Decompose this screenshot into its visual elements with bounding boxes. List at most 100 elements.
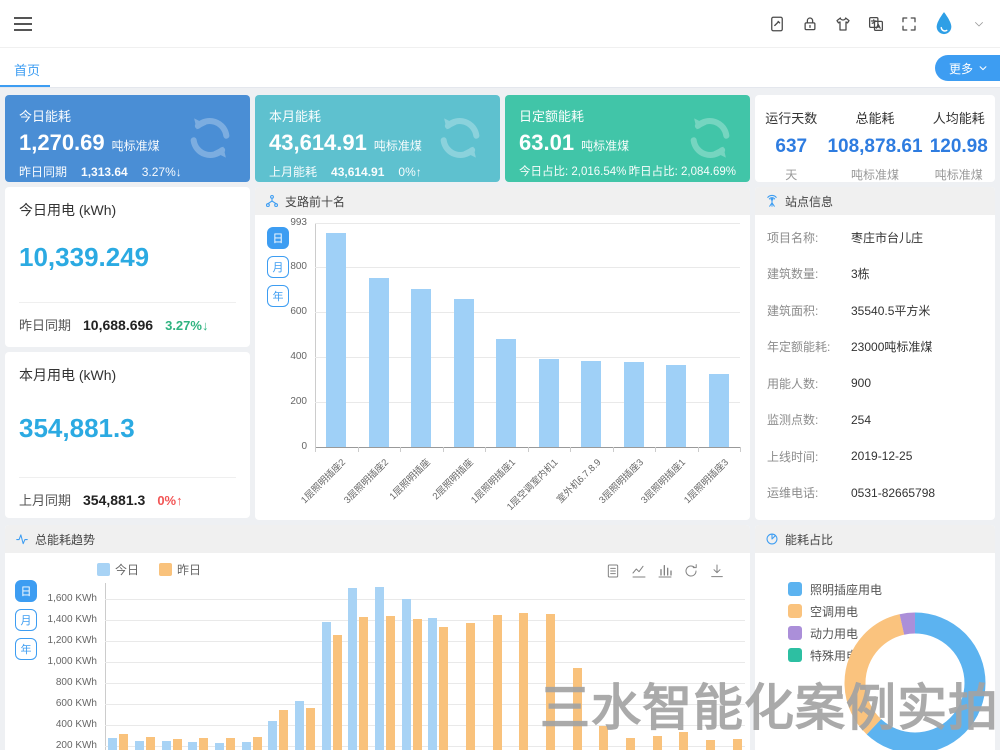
- trend-bar-yesterday: [733, 739, 742, 750]
- y-axis-tick-label: 1,200 KWh: [17, 635, 97, 646]
- recycle-icon: [682, 110, 738, 166]
- legend-label: 今日: [115, 561, 139, 578]
- x-axis-tick: [698, 447, 699, 452]
- site-info-row: 用能人数:900: [755, 365, 995, 402]
- trend-bar-yesterday: [146, 737, 155, 750]
- trend-bar-today: [295, 701, 304, 750]
- trend-bar-yesterday: [653, 736, 662, 750]
- kpi-unit: 吨标准煤: [581, 139, 629, 153]
- trend-bar-today: [188, 742, 197, 750]
- footer-delta: 3.27%↓: [165, 318, 208, 333]
- period-toggle-日[interactable]: 日: [267, 227, 289, 249]
- panel-header: 支路前十名: [255, 187, 750, 215]
- divider: [19, 302, 236, 303]
- theme-skin-icon[interactable]: [834, 15, 852, 33]
- y-axis-tick-label: 400 KWh: [17, 719, 97, 730]
- kpi-card-month-energy: 本月能耗 43,614.91吨标准煤 上月能耗43,614.910%↑: [255, 95, 500, 182]
- legend-swatch: [788, 604, 802, 618]
- trend-bar-today: [268, 721, 277, 750]
- site-info-row: 建筑面积:35540.5平方米: [755, 292, 995, 329]
- trend-bar-yesterday: [119, 734, 128, 750]
- x-axis-tick: [570, 447, 571, 452]
- tab-home[interactable]: 首页: [14, 60, 40, 79]
- energy-dashboard: 首页 更多 今日能耗 1,270.69吨标准煤 昨日同期1,313.643.27…: [0, 0, 1000, 750]
- site-row-value: 2019-12-25: [851, 449, 912, 463]
- legend-swatch: [788, 582, 802, 596]
- site-row-label: 年定额能耗:: [767, 338, 841, 355]
- trend-bar-today: [402, 599, 411, 750]
- trend-bar-today: [242, 742, 251, 750]
- trend-bar-today: [135, 741, 144, 750]
- today-electricity-card: 今日用电 (kWh) 10,339.249 昨日同期10,688.6963.27…: [5, 187, 250, 347]
- pie-legend-item-照明插座用电[interactable]: 照明插座用电: [788, 578, 882, 600]
- legend-label: 昨日: [177, 561, 201, 578]
- data-view-icon[interactable]: [605, 563, 621, 579]
- site-row-value: 3栋: [851, 265, 870, 282]
- refresh-icon[interactable]: [683, 563, 699, 579]
- footer-label: 昨日同期: [19, 318, 71, 333]
- user-menu-chevron-icon[interactable]: [970, 15, 988, 33]
- more-button-label: 更多: [949, 60, 973, 77]
- panel-title: 总能耗趋势: [35, 531, 95, 548]
- pie-chart-icon: [765, 532, 779, 546]
- kpi-value: 1,270.69: [19, 130, 105, 155]
- menu-toggle-icon[interactable]: [14, 17, 32, 31]
- trend-bar-yesterday: [386, 616, 395, 750]
- line-chart-toggle-icon[interactable]: [631, 563, 647, 579]
- kpi-footer-label: 上月能耗: [269, 165, 317, 179]
- y-axis-tick-label: 800 KWh: [17, 677, 97, 688]
- bar-chart-toggle-icon[interactable]: [657, 563, 673, 579]
- site-row-value: 枣庄市台儿庄: [851, 229, 923, 246]
- trend-bar-yesterday: [573, 668, 582, 750]
- divider: [19, 477, 236, 478]
- card-value: 354,881.3: [19, 413, 236, 444]
- trend-bar-yesterday: [306, 708, 315, 750]
- legend-item-昨日[interactable]: 昨日: [159, 561, 201, 578]
- lock-icon[interactable]: [801, 15, 819, 33]
- trend-bar-today: [375, 587, 384, 750]
- period-toggle-年[interactable]: 年: [267, 285, 289, 307]
- branch-bar: [709, 374, 729, 447]
- trend-bar-today: [428, 618, 437, 750]
- site-info-row: 监测点数: 254: [755, 402, 995, 439]
- trend-bar-yesterday: [413, 619, 422, 750]
- trend-bar-yesterday: [333, 635, 342, 750]
- trend-bar-yesterday: [626, 738, 635, 750]
- legend-swatch: [97, 563, 110, 576]
- download-icon[interactable]: [709, 563, 725, 579]
- trend-bar-yesterday: [466, 623, 475, 750]
- org-chart-icon: [265, 194, 279, 208]
- site-row-value: 254: [851, 413, 871, 427]
- y-axis-tick-label: 400: [227, 351, 307, 362]
- gridline: [315, 267, 740, 268]
- branch-bar: [624, 362, 644, 447]
- panel-header: 能耗占比: [755, 525, 995, 553]
- more-button[interactable]: 更多: [935, 55, 1000, 81]
- branch-bar: [496, 339, 516, 447]
- trend-bar-yesterday: [359, 617, 368, 750]
- gridline: [105, 725, 745, 726]
- fullscreen-icon[interactable]: [900, 15, 918, 33]
- water-drop-logo: [933, 11, 955, 37]
- gridline: [315, 223, 740, 224]
- translate-icon[interactable]: [867, 15, 885, 33]
- panel-title: 支路前十名: [285, 193, 345, 210]
- site-row-label: 项目名称:: [767, 229, 841, 246]
- branch-bar: [666, 365, 686, 447]
- legend-swatch: [788, 626, 802, 640]
- kpi-footer-delta: 0%↑: [398, 165, 421, 179]
- kpi-unit: 吨标准煤: [374, 139, 422, 153]
- trend-bar-yesterday: [439, 627, 448, 750]
- signal-tower-icon: [765, 194, 779, 208]
- stat-running-days: 运行天数 637 天: [755, 95, 827, 182]
- branch-bar-chart: 02004006008009931层照明插座23层照明插座21层照明插座2层照明…: [315, 223, 740, 447]
- branch-bar: [454, 299, 474, 447]
- site-row-value: 35540.5平方米: [851, 302, 930, 319]
- legend-item-今日[interactable]: 今日: [97, 561, 139, 578]
- site-info-row: 建筑数量:3栋: [755, 256, 995, 293]
- kpi-footer-today-share: 今日占比: 2,016.54%: [519, 163, 626, 179]
- site-info-panel: 站点信息 项目名称:枣庄市台儿庄建筑数量:3栋建筑面积:35540.5平方米年定…: [755, 187, 995, 520]
- legend-swatch: [159, 563, 172, 576]
- site-row-label: 监测点数:: [767, 411, 841, 428]
- maintenance-log-icon[interactable]: [768, 15, 786, 33]
